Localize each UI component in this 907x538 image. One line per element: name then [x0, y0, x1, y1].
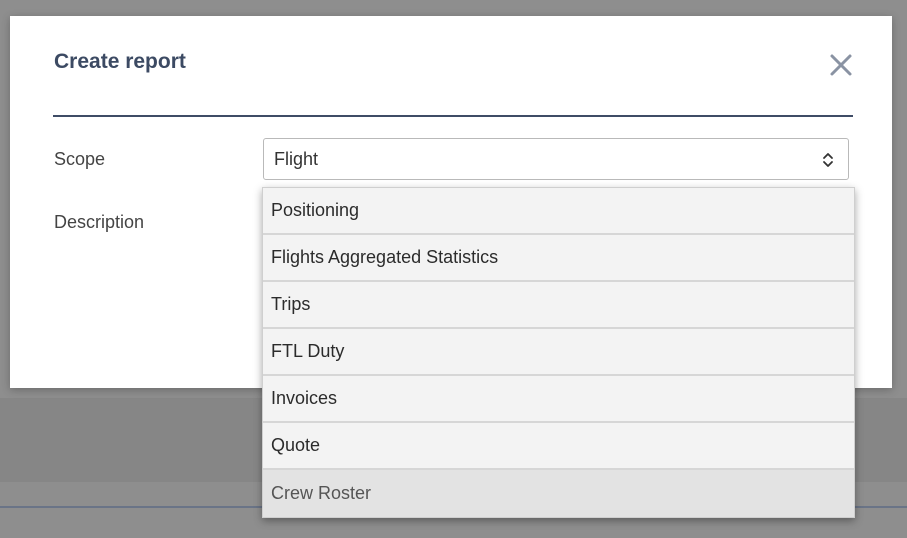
chevron-up-down-icon [823, 153, 833, 167]
option-quote[interactable]: Quote [263, 423, 854, 470]
scope-dropdown-list: Positioning Flights Aggregated Statistic… [262, 187, 855, 518]
dialog-title: Create report [54, 50, 186, 73]
option-flights-aggregated-statistics[interactable]: Flights Aggregated Statistics [263, 235, 854, 282]
scope-label: Scope [54, 149, 106, 169]
option-positioning[interactable]: Positioning [263, 188, 854, 235]
close-icon [830, 54, 852, 76]
scope-select[interactable]: Flight [263, 138, 849, 180]
option-trips[interactable]: Trips [263, 282, 854, 329]
close-button[interactable] [826, 50, 856, 80]
scope-selected-value: Flight [274, 149, 319, 169]
title-divider [53, 115, 853, 117]
option-invoices[interactable]: Invoices [263, 376, 854, 423]
option-crew-roster[interactable]: Crew Roster [263, 470, 854, 517]
description-label: Description [54, 212, 145, 232]
option-ftl-duty[interactable]: FTL Duty [263, 329, 854, 376]
